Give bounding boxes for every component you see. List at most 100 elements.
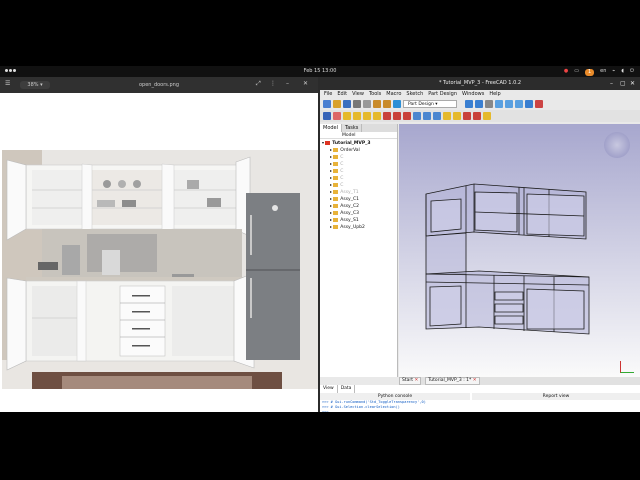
more-icon[interactable]: ⋮ — [270, 80, 276, 87]
linear-pattern-icon[interactable] — [423, 112, 431, 120]
python-line: >>> — [322, 410, 329, 412]
fit-selection-icon[interactable] — [475, 100, 483, 108]
redo-icon[interactable] — [383, 100, 391, 108]
chamfer-icon[interactable] — [453, 112, 461, 120]
measure-icon[interactable] — [525, 100, 533, 108]
close-icon[interactable]: ✕ — [303, 80, 308, 87]
tab-document[interactable]: Tutorial_MVP_3 : 1* ✕ — [425, 377, 480, 385]
3d-view[interactable] — [399, 124, 640, 377]
part-design-toolbar — [320, 110, 640, 122]
menu-windows[interactable]: Windows — [462, 90, 484, 98]
combo-view: Model Tasks Model ▾ Tutorial_MVP_3 ▸ Orde… — [320, 124, 398, 377]
menu-file[interactable]: File — [324, 90, 332, 98]
tree-item[interactable]: ▸ Assy_C1 — [320, 195, 397, 202]
tree-item[interactable]: ▸ C — [320, 181, 397, 188]
undo-icon[interactable] — [373, 100, 381, 108]
tree-item[interactable]: ▸ C — [320, 160, 397, 167]
body-icon[interactable] — [323, 112, 331, 120]
tree-item[interactable]: ▸ C — [320, 167, 397, 174]
image-viewer-header: ☰ 38% ▾ open_doors.png ⤢ ⋮ – ✕ — [0, 77, 318, 93]
tree-item[interactable]: ▸ Assy_Upb2 — [320, 223, 397, 230]
boolean-icon[interactable] — [483, 112, 491, 120]
tab-view[interactable]: View — [320, 385, 338, 393]
workbench-selector[interactable]: Part Design ▾ — [403, 100, 457, 108]
clock[interactable]: Feb 15 13:00 — [0, 66, 640, 77]
window-title: * Tutorial_MVP_3 - FreeCAD 1.0.2 — [438, 80, 522, 86]
pocket-icon[interactable] — [383, 112, 391, 120]
tree-item[interactable]: ▸ C — [320, 174, 397, 181]
sketch-icon[interactable] — [333, 112, 341, 120]
python-console[interactable]: >>> # Gui.runCommand('Std_ToggleTranspar… — [320, 400, 470, 412]
tree-item[interactable]: ▸ C — [320, 153, 397, 160]
network-icon[interactable]: ⌁ — [612, 66, 615, 77]
desktop-screen: Feb 15 13:00 ● ▭ 1 en ⌁ ◖ ⏻ ☰ 38% ▾ open… — [0, 66, 640, 412]
menu-edit[interactable]: Edit — [337, 90, 347, 98]
copy-icon[interactable] — [363, 100, 371, 108]
tree-item[interactable]: ▸ Assy_C2 — [320, 202, 397, 209]
assembly-icon — [333, 217, 339, 222]
loft-icon[interactable] — [363, 112, 371, 120]
cut-icon[interactable] — [353, 100, 361, 108]
minimize-icon[interactable]: – — [610, 77, 613, 90]
menu-part-design[interactable]: Part Design — [428, 90, 457, 98]
record-icon[interactable]: ● — [564, 66, 568, 77]
menu-sketch[interactable]: Sketch — [406, 90, 423, 98]
tab-model[interactable]: Model — [320, 124, 343, 132]
tab-data[interactable]: Data — [338, 385, 356, 393]
view-right-icon[interactable] — [515, 100, 523, 108]
tree-item[interactable]: ▸ Assy_C3 — [320, 209, 397, 216]
image-viewer-window: ☰ 38% ▾ open_doors.png ⤢ ⋮ – ✕ — [0, 77, 318, 412]
menu-help[interactable]: Help — [489, 90, 500, 98]
tree-item[interactable]: ▾ Tutorial_MVP_3 — [320, 139, 397, 146]
language-indicator[interactable]: en — [600, 66, 606, 77]
assembly-icon — [333, 175, 339, 180]
pad-icon[interactable] — [343, 112, 351, 120]
draw-style-icon[interactable] — [485, 100, 493, 108]
property-tabs: View Data — [320, 385, 356, 393]
assembly-icon — [333, 210, 339, 215]
fit-all-icon[interactable] — [465, 100, 473, 108]
new-file-icon[interactable] — [323, 100, 331, 108]
notification-badge[interactable]: 1 — [584, 69, 595, 76]
screen-icon[interactable]: ▭ — [574, 66, 579, 77]
power-icon[interactable]: ⏻ — [630, 66, 634, 77]
tree-item[interactable]: ▸ OrderVal — [320, 146, 397, 153]
tree-item[interactable]: ▸ Assy_S1 — [320, 216, 397, 223]
maximize-icon[interactable]: ▢ — [620, 77, 626, 90]
stop-macro-icon[interactable] — [535, 100, 543, 108]
minimize-icon[interactable]: – — [286, 80, 289, 87]
mirror-icon[interactable] — [413, 112, 421, 120]
menu-macro[interactable]: Macro — [386, 90, 401, 98]
assembly-icon — [333, 189, 339, 194]
fillet-icon[interactable] — [443, 112, 451, 120]
revolution-icon[interactable] — [353, 112, 361, 120]
groove-icon[interactable] — [403, 112, 411, 120]
tree-item[interactable]: ▸ Assy_T1 — [320, 188, 397, 195]
close-icon[interactable]: ✕ — [414, 378, 418, 383]
assembly-icon — [333, 147, 339, 152]
hole-icon[interactable] — [393, 112, 401, 120]
draft-icon[interactable] — [463, 112, 471, 120]
thickness-icon[interactable] — [473, 112, 481, 120]
system-tray[interactable]: ● ▭ 1 en ⌁ ◖ ⏻ — [564, 66, 634, 77]
assembly-icon — [333, 168, 339, 173]
menu-tools[interactable]: Tools — [369, 90, 381, 98]
tab-start[interactable]: Start ✕ — [399, 377, 422, 385]
close-icon[interactable]: ✕ — [630, 77, 635, 90]
pipe-icon[interactable] — [373, 112, 381, 120]
refresh-icon[interactable] — [393, 100, 401, 108]
menu-view[interactable]: View — [352, 90, 364, 98]
close-icon[interactable]: ✕ — [473, 378, 477, 383]
volume-icon[interactable]: ◖ — [621, 66, 624, 77]
view-front-icon[interactable] — [495, 100, 503, 108]
document-icon — [325, 140, 331, 145]
save-icon[interactable] — [343, 100, 351, 108]
tab-tasks[interactable]: Tasks — [342, 124, 363, 132]
view-top-icon[interactable] — [505, 100, 513, 108]
fullscreen-icon[interactable]: ⤢ — [256, 80, 261, 88]
open-file-icon[interactable] — [333, 100, 341, 108]
polar-pattern-icon[interactable] — [433, 112, 441, 120]
navigation-cube[interactable] — [604, 132, 630, 158]
cabinet-model[interactable] — [399, 124, 640, 377]
tab-document-label: Tutorial_MVP_3 : 1* — [428, 378, 472, 383]
